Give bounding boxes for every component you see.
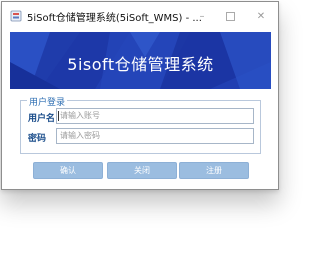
password-placeholder: 请输入密码 — [60, 131, 100, 140]
header-banner: 5isoft仓储管理系统 — [10, 32, 271, 89]
login-group-title: 用户登录 — [27, 95, 68, 108]
password-input[interactable]: 请输入密码 — [56, 128, 254, 144]
maximize-icon — [225, 11, 235, 21]
username-input[interactable]: 请输入账号 — [56, 108, 254, 124]
register-button[interactable]: 注册 — [179, 162, 249, 179]
username-label: 用户名 — [28, 114, 56, 124]
app-icon — [10, 10, 22, 22]
maximize-button[interactable] — [216, 2, 244, 30]
password-label: 密码 — [28, 134, 47, 144]
window-title: 5iSoft仓储管理系统(5iSoft_WMS) - ... — [27, 13, 202, 24]
close-button[interactable]: 关闭 — [107, 162, 177, 179]
title-bar[interactable]: 5iSoft仓储管理系统(5iSoft_WMS) - ... – ✕ — [2, 2, 278, 30]
close-window-button[interactable]: ✕ — [247, 2, 275, 30]
minimize-button[interactable]: – — [188, 2, 216, 30]
close-icon: ✕ — [256, 10, 266, 22]
banner-title: 5isoft仓储管理系统 — [67, 55, 214, 74]
username-placeholder: 请输入账号 — [60, 111, 100, 120]
minimize-icon: – — [199, 10, 205, 22]
confirm-button[interactable]: 确认 — [33, 162, 103, 179]
text-caret — [58, 111, 59, 121]
